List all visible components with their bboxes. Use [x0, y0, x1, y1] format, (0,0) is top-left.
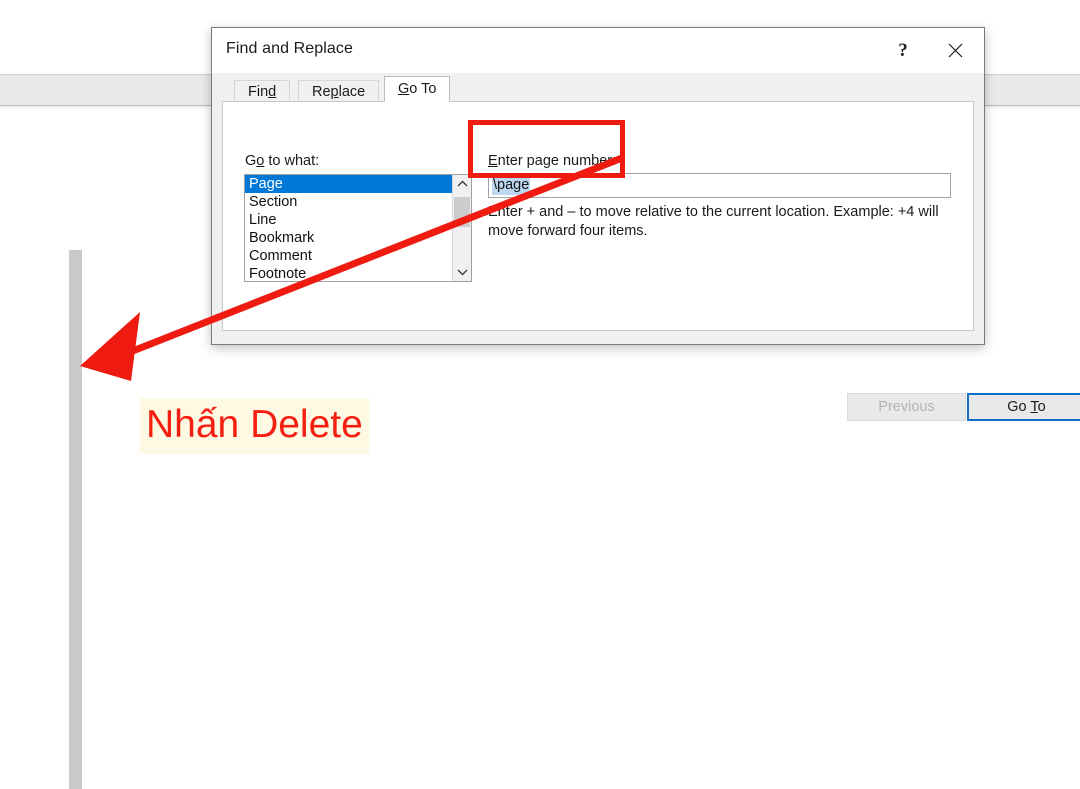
dialog-title: Find and Replace	[226, 40, 354, 57]
close-button[interactable]	[932, 28, 978, 73]
help-icon[interactable]: ?	[880, 28, 926, 73]
dialog-titlebar: Find and Replace ?	[212, 28, 984, 73]
tab-goto[interactable]: Go To	[384, 76, 451, 102]
enter-page-number-label: Enter page number:	[488, 153, 617, 169]
chevron-down-icon	[457, 269, 467, 276]
tab-replace-accel: p	[330, 84, 339, 100]
scroll-up-icon[interactable]	[453, 175, 471, 193]
page-number-input[interactable]: \page	[488, 173, 951, 198]
goto-what-list[interactable]: Page Section Line Bookmark Comment Footn…	[245, 175, 452, 281]
goto-what-label: Go to what:	[245, 153, 320, 169]
listbox-scrollbar[interactable]	[452, 175, 471, 281]
find-and-replace-dialog: Find and Replace ? Find Replace Go To Go…	[211, 27, 1080, 421]
close-icon	[948, 43, 962, 58]
list-item[interactable]: Page	[245, 175, 452, 193]
list-item[interactable]: Bookmark	[245, 229, 452, 247]
goto-what-listbox[interactable]: Page Section Line Bookmark Comment Footn…	[244, 174, 472, 282]
go-to-button[interactable]: Go To	[967, 393, 1080, 421]
tab-goto-accel: G	[398, 81, 410, 97]
tabstrip: Find Replace Go To	[212, 73, 984, 102]
annotation-caption: Nhấn Delete	[140, 398, 369, 454]
chevron-up-icon	[457, 180, 467, 187]
page-break-gray-bar	[69, 250, 82, 789]
tab-replace[interactable]: Replace	[298, 80, 380, 102]
list-item[interactable]: Line	[245, 211, 452, 229]
goto-tab-page: Go to what: Page Section Line Bookmark C…	[222, 101, 1080, 421]
tab-find[interactable]: Find	[234, 80, 291, 102]
scroll-down-icon[interactable]	[453, 263, 471, 281]
previous-button[interactable]: Previous	[847, 393, 966, 421]
page-number-value: \page	[492, 176, 531, 195]
list-item[interactable]: Section	[245, 193, 452, 211]
question-mark-icon: ?	[898, 39, 908, 61]
list-item[interactable]: Footnote	[245, 265, 452, 281]
tab-find-accel: d	[268, 84, 277, 100]
list-item[interactable]: Comment	[245, 247, 452, 265]
goto-help-text: Enter + and – to move relative to the cu…	[488, 204, 939, 239]
scrollbar-thumb[interactable]	[454, 197, 470, 227]
arrow-head	[80, 312, 140, 381]
